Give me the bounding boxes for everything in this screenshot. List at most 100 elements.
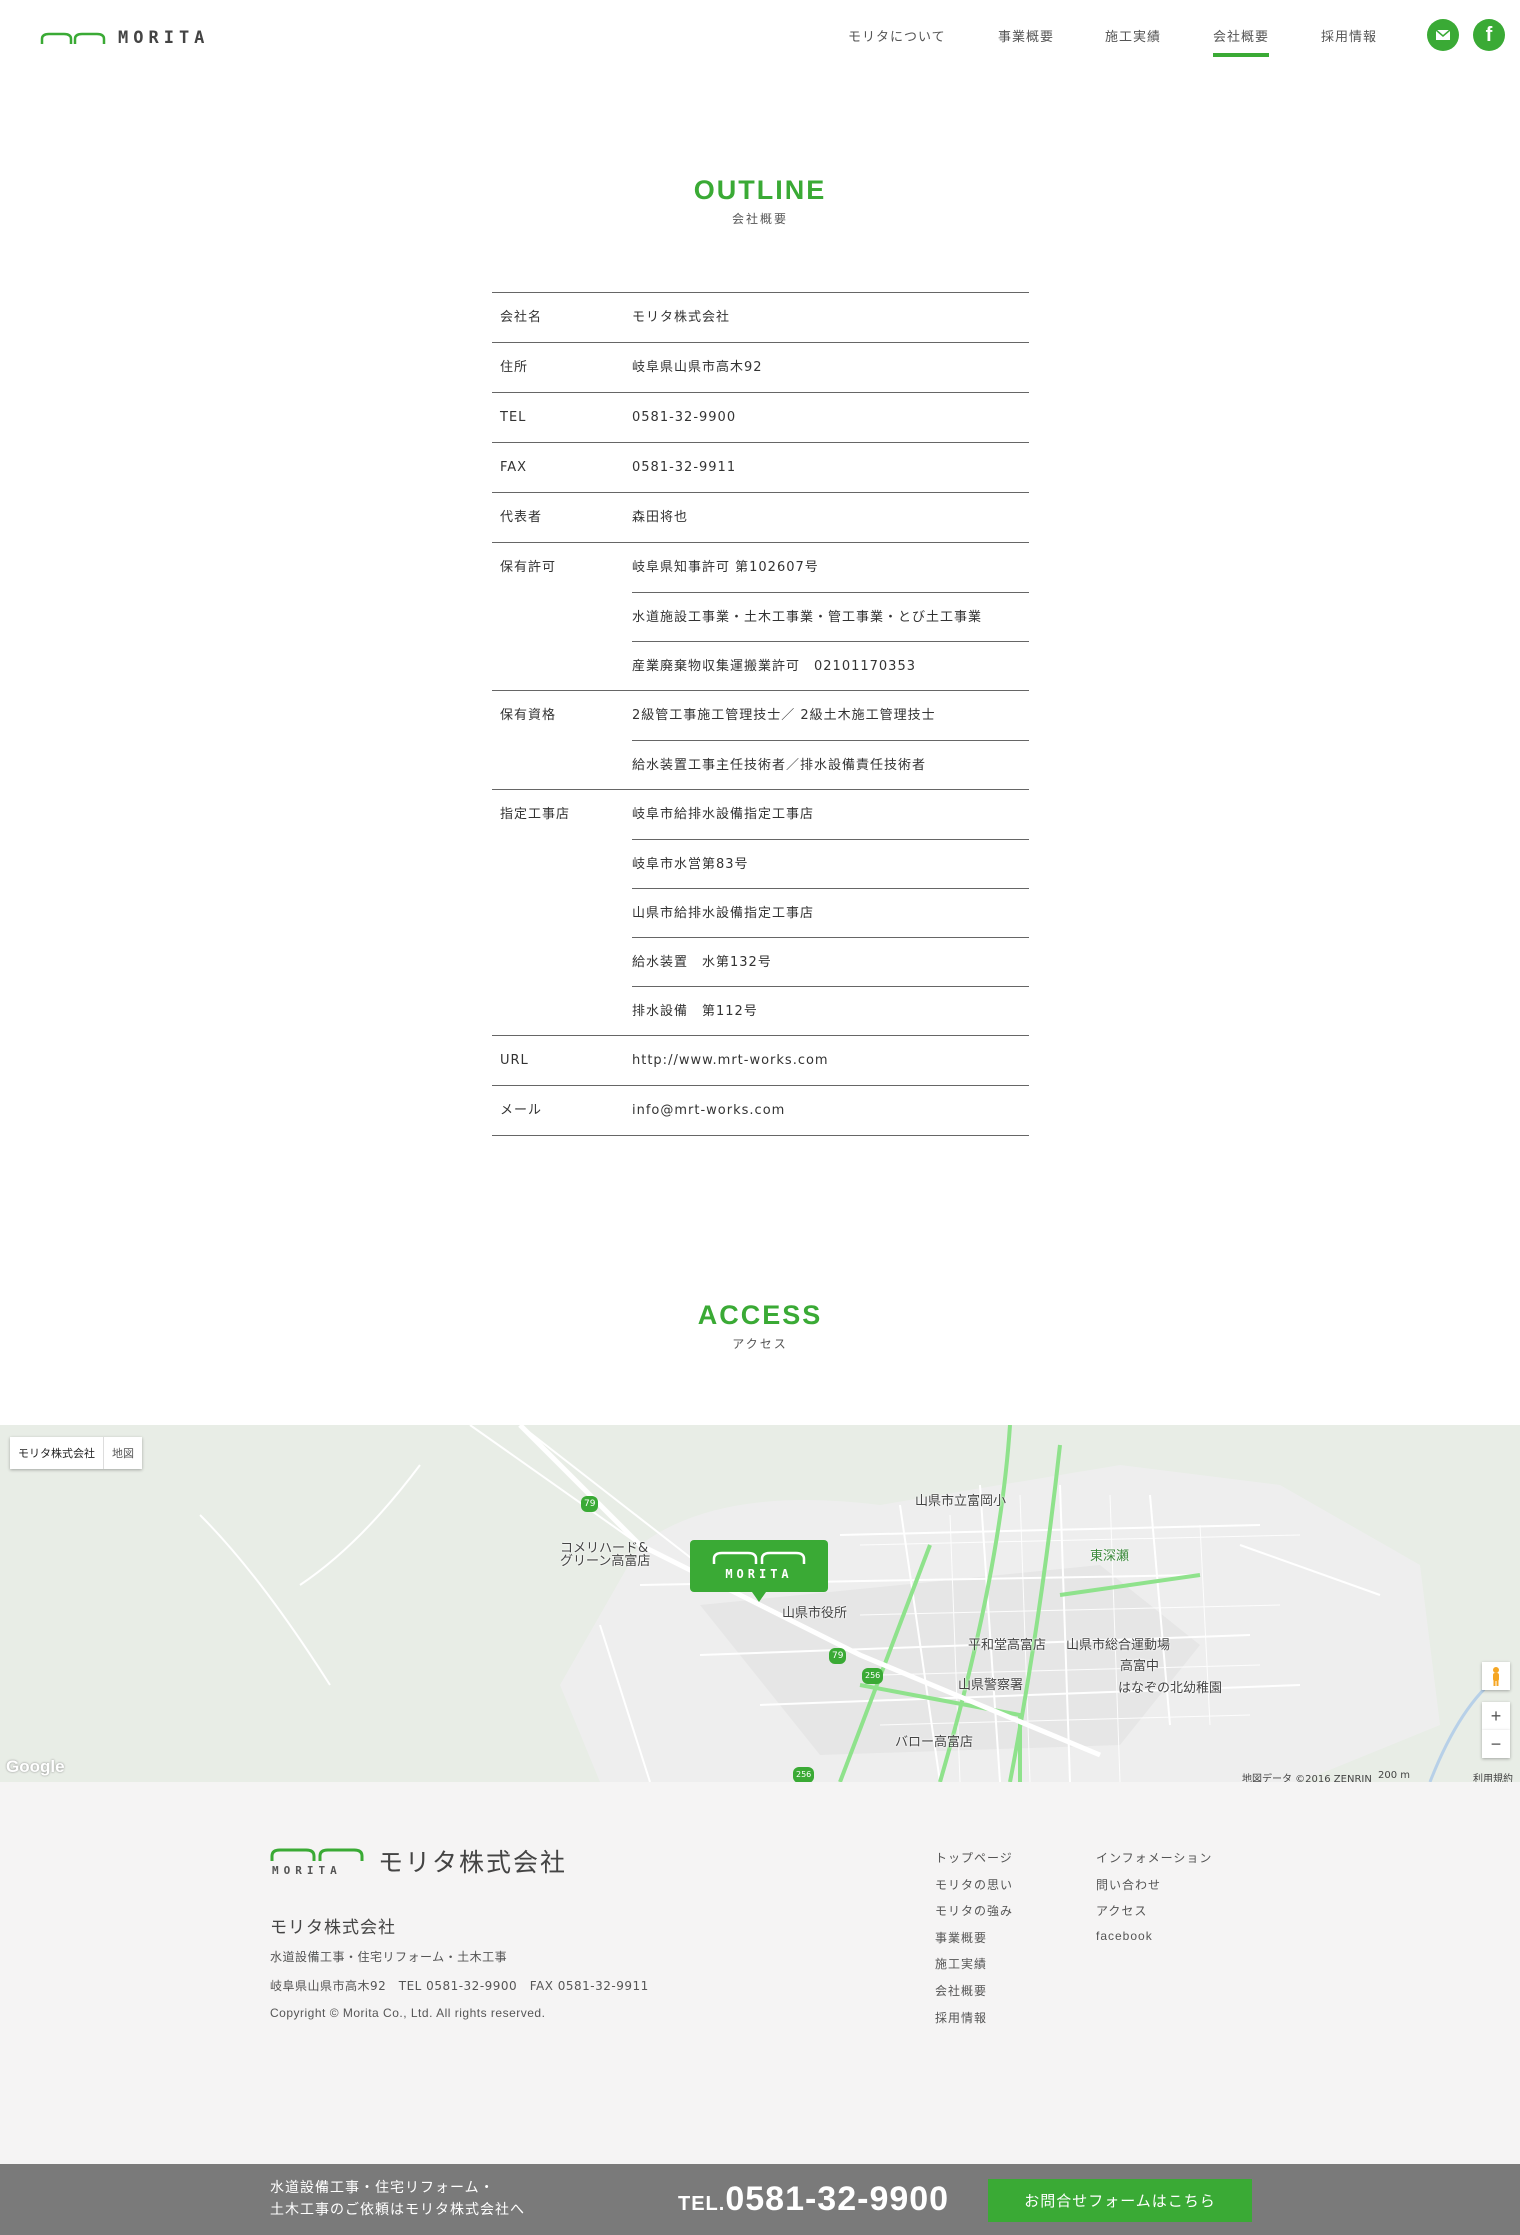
map-marker[interactable]: MORITA — [690, 1540, 828, 1602]
footer-link-works[interactable]: 施工実績 — [935, 1955, 1013, 1982]
row-value: モリタ株式会社 — [632, 310, 731, 325]
map-label-kinder: はなぞの北幼稚園 — [1118, 1681, 1223, 1696]
row-value: 排水設備 第112号 — [632, 986, 1029, 1035]
table-row: 会社名 モリタ株式会社 — [492, 293, 1029, 343]
tel-number: 0581-32-9900 — [725, 2180, 950, 2218]
phone-number[interactable]: TEL.0581-32-9900 — [678, 2180, 949, 2219]
google-map[interactable]: モリタ株式会社 地図 山県市立富岡小 コメリハード& グリーン高富店 東深瀬 山… — [0, 1425, 1520, 1782]
row-label: 代表者 — [500, 510, 543, 525]
mail-icon — [1435, 29, 1451, 40]
footer-link-facebook[interactable]: facebook — [1096, 1929, 1212, 1956]
row-value: 山県市給排水設備指定工事店 — [632, 888, 1029, 937]
footer-link-contact[interactable]: 問い合わせ — [1096, 1876, 1212, 1903]
route-256-badge: 256 — [862, 1668, 884, 1684]
footer-copyright: Copyright © Morita Co., Ltd. All rights … — [270, 2006, 546, 2020]
facebook-button[interactable]: f — [1473, 19, 1505, 51]
contact-bar-message: 水道設備工事・住宅リフォーム・ 土木工事のご依頼はモリタ株式会社へ — [270, 2177, 525, 2221]
nav-business[interactable]: 事業概要 — [998, 26, 1054, 56]
map-type-label[interactable]: 地図 — [103, 1437, 142, 1469]
footer-links-main: トップページ モリタの思い モリタの強み 事業概要 施工実績 会社概要 採用情報 — [935, 1849, 1013, 2035]
map-label-higashi: 東深瀬 — [1090, 1549, 1130, 1564]
access-heading: ACCESS アクセス — [0, 1300, 1520, 1352]
access-title: ACCESS — [697, 1300, 823, 1330]
company-outline-table: 会社名 モリタ株式会社 住所 岐阜県山県市高木92 TEL 0581-32-99… — [492, 292, 1029, 1136]
row-value: 2級管工事施工管理技士／ 2級土木施工管理技士 — [632, 708, 936, 723]
table-row: 指定工事店 岐阜市給排水設備指定工事店 岐阜市水営第83号 山県市給排水設備指定… — [492, 790, 1029, 1036]
footer-link-business[interactable]: 事業概要 — [935, 1929, 1013, 1956]
footer-contact: 岐阜県山県市高木92 TEL 0581-32-9900 FAX 0581-32-… — [270, 1979, 649, 1993]
site-footer — [0, 1782, 1520, 2164]
table-row: メール info@mrt-works.com — [492, 1086, 1029, 1136]
map-label-cityhall: 山県市役所 — [782, 1606, 848, 1621]
map-place-name: モリタ株式会社 — [18, 1447, 95, 1460]
map-label-school: 山県市立富岡小 — [915, 1494, 1007, 1509]
row-label: 会社名 — [500, 310, 543, 325]
table-row: FAX 0581-32-9911 — [492, 443, 1029, 493]
facebook-icon: f — [1485, 23, 1493, 46]
nav-business-label: 事業概要 — [998, 30, 1055, 45]
site-logo[interactable]: MORITA — [40, 28, 209, 48]
footer-link-recruit[interactable]: 採用情報 — [935, 2009, 1013, 2036]
plus-icon: + — [1490, 1705, 1502, 1726]
row-value: 岐阜市給排水設備指定工事店 — [632, 807, 815, 822]
google-logo: Google — [6, 1757, 65, 1776]
street-view-button[interactable] — [1482, 1662, 1510, 1690]
mail-button[interactable] — [1427, 19, 1459, 51]
map-label-jhs: 高富中 — [1120, 1659, 1160, 1674]
zoom-out-button[interactable]: − — [1482, 1730, 1510, 1758]
row-value: 給水装置工事主任技術者／排水設備責任技術者 — [632, 740, 1029, 789]
route-79-badge: 79 — [581, 1496, 599, 1512]
row-label: TEL — [500, 410, 527, 425]
minus-icon: − — [1490, 1733, 1502, 1754]
logo-mark-icon — [40, 32, 106, 44]
outline-heading: OUTLINE 会社概要 — [0, 175, 1520, 227]
row-value: 岐阜市水営第83号 — [632, 839, 1029, 888]
route-256-badge: 256 — [793, 1767, 815, 1782]
nav-works[interactable]: 施工実績 — [1105, 26, 1161, 56]
contact-bar-line2: 土木工事のご依頼はモリタ株式会社へ — [270, 2202, 525, 2218]
nav-recruit[interactable]: 採用情報 — [1321, 26, 1377, 56]
contact-bar-line1: 水道設備工事・住宅リフォーム・ — [270, 2180, 495, 2196]
row-value: 給水装置 水第132号 — [632, 937, 1029, 986]
row-label: 保有許可 — [500, 560, 557, 575]
map-place-tag: モリタ株式会社 地図 — [10, 1437, 142, 1469]
table-row: 保有資格 2級管工事施工管理技士／ 2級土木施工管理技士 給水装置工事主任技術者… — [492, 691, 1029, 790]
nav-about[interactable]: モリタについて — [848, 26, 946, 56]
logo-wordmark: MORITA — [118, 28, 210, 48]
row-value: 岐阜県山県市高木92 — [632, 360, 763, 375]
row-value: 森田将也 — [632, 510, 689, 525]
footer-link-access[interactable]: アクセス — [1096, 1902, 1212, 1929]
footer-link-info[interactable]: インフォメーション — [1096, 1849, 1212, 1876]
footer-link-top[interactable]: トップページ — [935, 1849, 1013, 1876]
nav-company-label: 会社概要 — [1213, 30, 1270, 45]
row-value: 産業廃棄物収集運搬業許可 02101170353 — [632, 641, 1029, 690]
table-row: 代表者 森田将也 — [492, 493, 1029, 543]
pegman-icon — [1493, 1667, 1499, 1686]
site-header: MORITA モリタについて 事業概要 施工実績 会社概要 採用情報 f — [0, 0, 1520, 72]
row-label: メール — [500, 1103, 543, 1118]
outline-subtitle: 会社概要 — [731, 212, 788, 226]
map-label-valor: バロー高富店 — [895, 1735, 974, 1750]
row-value: 岐阜県知事許可 第102607号 — [632, 560, 819, 575]
marker-wordmark: MORITA — [725, 1567, 793, 1581]
table-row: URL http://www.mrt-works.com — [492, 1036, 1029, 1086]
footer-link-thought[interactable]: モリタの思い — [935, 1876, 1013, 1903]
table-row: 保有許可 岐阜県知事許可 第102607号 水道施設工事業・土木工事業・管工事業… — [492, 543, 1029, 691]
nav-company[interactable]: 会社概要 — [1213, 26, 1270, 57]
zoom-in-button[interactable]: + — [1482, 1702, 1510, 1730]
footer-logo-icon: MORITA — [270, 1848, 364, 1875]
footer-links-sub: インフォメーション 問い合わせ アクセス facebook — [1096, 1849, 1212, 1955]
row-label: URL — [500, 1053, 529, 1068]
row-value: 0581-32-9900 — [632, 410, 737, 425]
outline-title: OUTLINE — [693, 175, 827, 205]
row-label: FAX — [500, 460, 528, 475]
footer-link-company[interactable]: 会社概要 — [935, 1982, 1013, 2009]
contact-form-button[interactable]: お問合せフォームはこちら — [988, 2179, 1252, 2222]
footer-brand[interactable]: MORITA モリタ株式会社 — [270, 1843, 567, 1879]
table-row: 住所 岐阜県山県市高木92 — [492, 343, 1029, 393]
nav-recruit-label: 採用情報 — [1321, 30, 1378, 45]
url-value[interactable]: http://www.mrt-works.com — [632, 1036, 1029, 1085]
email-value[interactable]: info@mrt-works.com — [632, 1086, 1029, 1135]
row-label: 住所 — [500, 360, 529, 375]
footer-link-strength[interactable]: モリタの強み — [935, 1902, 1013, 1929]
